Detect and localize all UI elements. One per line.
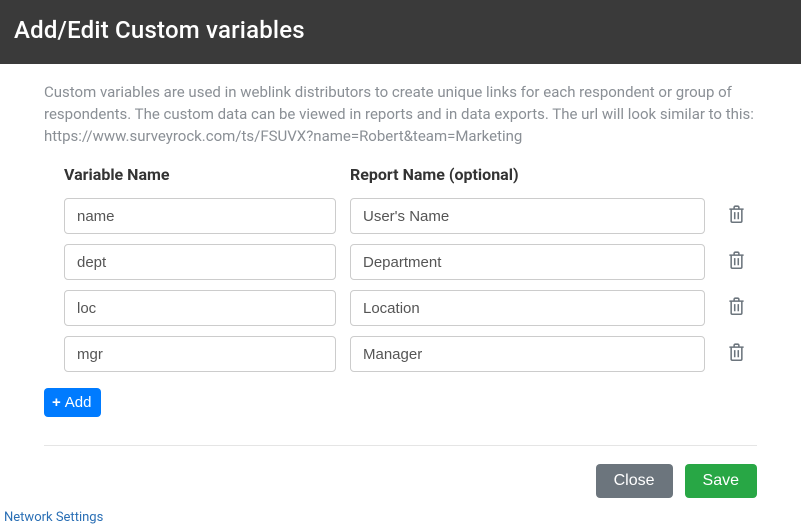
report-name-input[interactable] <box>350 336 705 372</box>
variable-name-input[interactable] <box>64 244 336 280</box>
add-button-label: Add <box>65 394 92 411</box>
description-text: Custom variables are used in weblink dis… <box>44 82 757 147</box>
add-button[interactable]: + Add <box>44 388 101 417</box>
variable-name-input[interactable] <box>64 290 336 326</box>
report-name-input[interactable] <box>350 244 705 280</box>
add-row-container: + Add <box>44 372 757 417</box>
modal-header: Add/Edit Custom variables <box>0 0 801 64</box>
report-name-input[interactable] <box>350 198 705 234</box>
variables-grid: Variable Name Report Name (optional) <box>44 165 757 372</box>
plus-icon: + <box>52 395 61 410</box>
delete-row-button[interactable] <box>719 245 753 279</box>
save-button[interactable]: Save <box>685 464 757 498</box>
close-button[interactable]: Close <box>596 464 673 498</box>
trash-icon <box>728 251 745 274</box>
delete-row-button[interactable] <box>719 337 753 371</box>
modal-body: Custom variables are used in weblink dis… <box>0 64 801 446</box>
delete-row-button[interactable] <box>719 199 753 233</box>
divider <box>44 445 757 446</box>
modal-title: Add/Edit Custom variables <box>14 16 787 44</box>
variable-name-input[interactable] <box>64 198 336 234</box>
variable-name-input[interactable] <box>64 336 336 372</box>
trash-icon <box>728 297 745 320</box>
modal-footer: Close Save <box>0 464 801 518</box>
column-header-report-name: Report Name (optional) <box>350 165 705 188</box>
delete-row-button[interactable] <box>719 291 753 325</box>
report-name-input[interactable] <box>350 290 705 326</box>
trash-icon <box>728 343 745 366</box>
trash-icon <box>728 205 745 228</box>
column-header-variable-name: Variable Name <box>64 165 336 188</box>
